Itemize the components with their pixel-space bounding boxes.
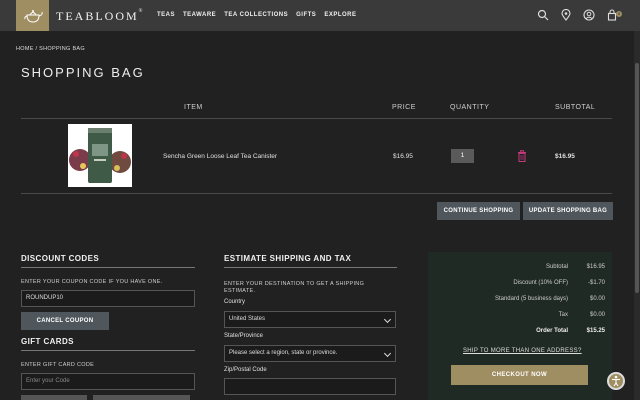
summary-label: Subtotal <box>545 264 568 270</box>
estimate-shipping-heading: ESTIMATE SHIPPING AND TAX <box>224 254 352 263</box>
nav-item-teas[interactable]: TEAS <box>157 12 175 18</box>
nav-item-teaware[interactable]: TEAWARE <box>183 12 216 18</box>
state-select[interactable]: Please select a region, state or provinc… <box>224 345 396 362</box>
scrollbar-thumb[interactable] <box>635 63 639 293</box>
state-value: Please select a region, state or provinc… <box>229 350 338 356</box>
header-icons <box>537 9 618 21</box>
teapot-logo-icon[interactable] <box>16 0 49 31</box>
column-header-subtotal: SUBTOTAL <box>555 104 596 111</box>
cancel-coupon-button[interactable]: CANCEL COUPON <box>21 312 109 330</box>
breadcrumb[interactable]: HOME / SHOPPING BAG <box>16 46 85 52</box>
continue-shopping-button[interactable]: CONTINUE SHOPPING <box>437 202 520 220</box>
trash-icon[interactable] <box>517 150 527 162</box>
quantity-input[interactable]: 1 <box>451 149 474 163</box>
search-icon[interactable] <box>537 9 549 21</box>
coupon-prompt: ENTER YOUR COUPON CODE IF YOU HAVE ONE. <box>21 279 163 285</box>
summary-value: $16.95 <box>586 264 605 270</box>
main-nav: TEAS TEAWARE TEA COLLECTIONS GIFTS EXPLO… <box>157 12 357 18</box>
table-divider <box>21 193 612 194</box>
accessibility-icon[interactable] <box>607 372 625 390</box>
update-shopping-bag-button[interactable]: UPDATE SHOPPING BAG <box>523 202 613 220</box>
brand-name[interactable]: TEABLOOM® <box>56 9 144 24</box>
section-divider <box>21 350 195 351</box>
column-header-quantity: QUANTITY <box>450 104 490 111</box>
product-subtotal: $16.95 <box>555 153 575 160</box>
product-image[interactable] <box>68 124 132 187</box>
order-total-value: $15.25 <box>586 328 605 334</box>
nav-item-tea-collections[interactable]: TEA COLLECTIONS <box>224 12 288 18</box>
summary-value: $0.00 <box>589 312 605 318</box>
multi-address-link[interactable]: SHIP TO MORE THAN ONE ADDRESS? <box>463 348 582 354</box>
gift-card-input[interactable]: Enter your Code <box>21 373 195 390</box>
section-divider <box>224 267 397 268</box>
nav-item-explore[interactable]: EXPLORE <box>324 12 356 18</box>
product-name[interactable]: Sencha Green Loose Leaf Tea Canister <box>163 153 277 160</box>
country-label: Country <box>224 299 246 305</box>
coupon-code-input[interactable]: ROUNDUP10 <box>21 290 195 307</box>
order-total-label: Order Total <box>536 328 568 334</box>
account-icon[interactable] <box>583 9 595 21</box>
top-navigation-bar: TEABLOOM® TEAS TEAWARE TEA COLLECTIONS G… <box>0 0 640 31</box>
column-header-price: PRICE <box>392 104 416 111</box>
page-scrollbar[interactable] <box>634 31 640 400</box>
gift-cards-heading: GIFT CARDS <box>21 337 74 346</box>
cart-count-badge: 0 <box>616 11 622 17</box>
page-title: SHOPPING BAG <box>21 65 145 80</box>
chevron-down-icon <box>383 349 392 358</box>
summary-label: Tax <box>558 312 568 318</box>
summary-value: -$1.70 <box>587 280 605 286</box>
discount-codes-heading: DISCOUNT CODES <box>21 254 100 263</box>
column-header-item: ITEM <box>184 104 203 111</box>
shipping-prompt: ENTER YOUR DESTINATION TO GET A SHIPPING… <box>224 281 365 294</box>
zip-input[interactable] <box>224 378 396 395</box>
summary-value: $0.00 <box>589 296 605 302</box>
checkout-button[interactable]: CHECKOUT NOW <box>451 365 588 385</box>
country-select[interactable]: United States <box>224 311 396 328</box>
gift-card-button[interactable] <box>93 395 190 400</box>
table-divider <box>21 118 612 119</box>
summary-label: Standard (5 business days) <box>494 296 568 302</box>
trademark: ® <box>138 9 145 14</box>
nav-item-gifts[interactable]: GIFTS <box>296 12 316 18</box>
chevron-down-icon <box>383 315 392 324</box>
zip-label: Zip/Postal Code <box>224 367 267 373</box>
gift-card-prompt: ENTER GIFT CARD CODE <box>21 362 95 368</box>
gift-card-button[interactable] <box>21 395 87 400</box>
section-divider <box>21 267 195 268</box>
country-value: United States <box>229 316 266 322</box>
location-icon[interactable] <box>560 9 572 21</box>
summary-label: Discount (10% OFF) <box>513 280 568 286</box>
product-price: $16.95 <box>393 153 413 160</box>
state-label: State/Province <box>224 333 264 339</box>
